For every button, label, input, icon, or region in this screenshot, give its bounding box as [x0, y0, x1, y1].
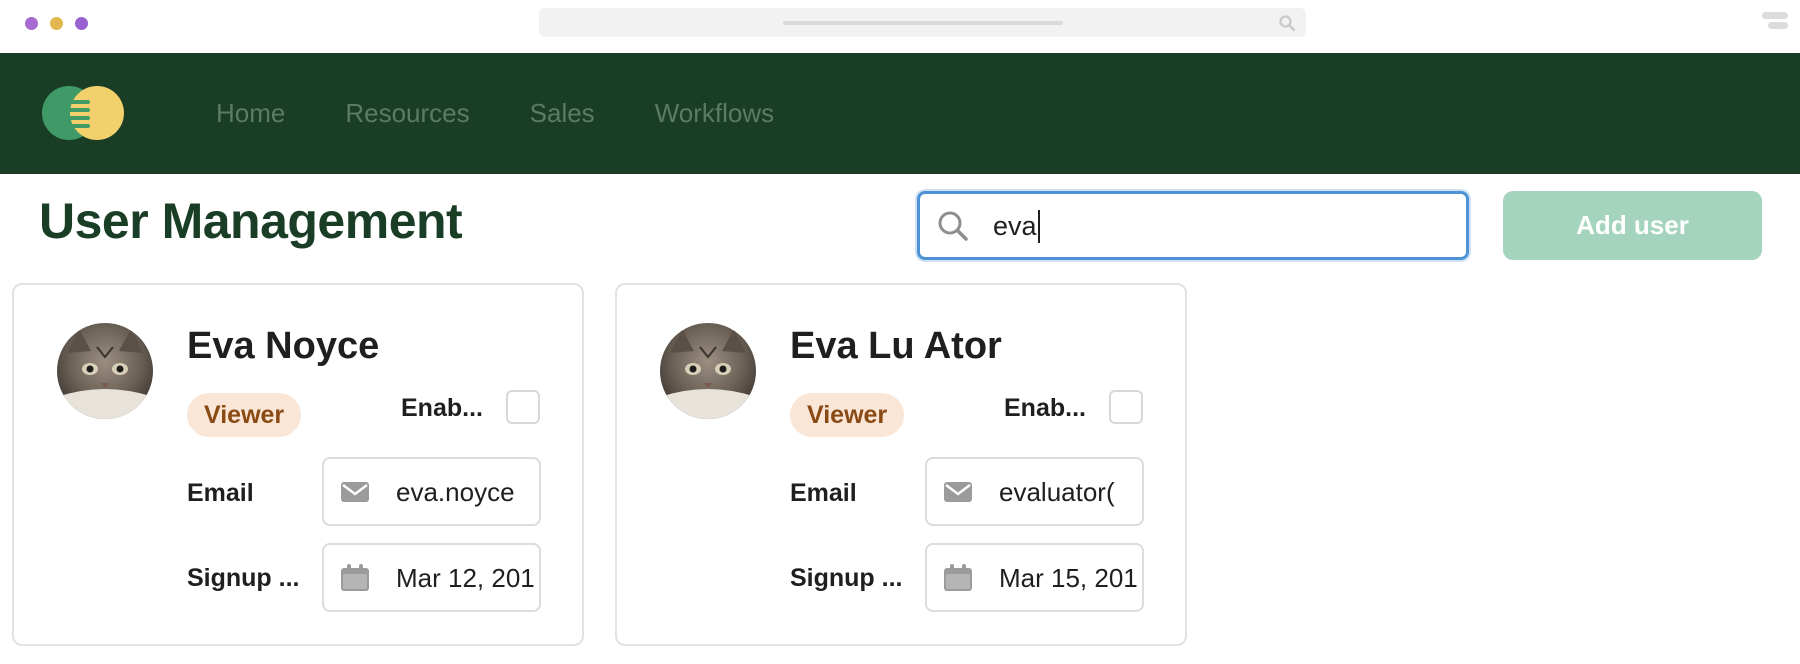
email-value: evaluator(	[999, 477, 1115, 507]
signup-label: Signup ...	[187, 564, 300, 592]
user-card: Eva Lu Ator Viewer Enab... Email evaluat…	[615, 283, 1187, 646]
enabled-checkbox[interactable]	[506, 390, 540, 424]
envelope-icon	[341, 482, 369, 502]
user-name: Eva Lu Ator	[790, 325, 1002, 367]
email-field[interactable]: eva.noyce	[322, 457, 541, 526]
calendar-icon	[944, 564, 972, 591]
address-placeholder	[783, 21, 1063, 25]
signup-date-value: Mar 15, 201	[999, 563, 1138, 593]
search-input[interactable]	[993, 206, 1453, 246]
user-card: Eva Noyce Viewer Enab... Email eva.noyce…	[12, 283, 584, 646]
window-maximize-dot[interactable]	[75, 17, 88, 30]
user-name: Eva Noyce	[187, 325, 380, 367]
search-icon	[938, 211, 968, 241]
email-label: Email	[790, 479, 857, 507]
envelope-icon	[944, 482, 972, 502]
email-value: eva.noyce	[396, 477, 515, 507]
nav-link-resources[interactable]: Resources	[345, 98, 469, 129]
avatar	[660, 323, 756, 419]
enabled-label: Enab...	[401, 394, 483, 422]
nav-link-home[interactable]: Home	[216, 98, 285, 129]
role-badge: Viewer	[187, 393, 302, 437]
signup-date-field[interactable]: Mar 12, 201	[322, 543, 541, 612]
nav-link-sales[interactable]: Sales	[530, 98, 595, 129]
calendar-icon	[341, 564, 369, 591]
email-field[interactable]: evaluator(	[925, 457, 1144, 526]
email-label: Email	[187, 479, 254, 507]
browser-chrome	[0, 0, 1800, 53]
role-badge: Viewer	[790, 393, 905, 437]
nav-link-workflows[interactable]: Workflows	[655, 98, 774, 129]
nav-links: Home Resources Sales Workflows	[216, 53, 834, 174]
signup-date-field[interactable]: Mar 15, 201	[925, 543, 1144, 612]
address-bar[interactable]	[539, 8, 1306, 37]
window-minimize-dot[interactable]	[50, 17, 63, 30]
app-logo[interactable]	[42, 86, 124, 140]
page-title: User Management	[39, 193, 463, 249]
enabled-label: Enab...	[1004, 394, 1086, 422]
avatar	[57, 323, 153, 419]
window-close-dot[interactable]	[25, 17, 38, 30]
search-box[interactable]	[917, 191, 1469, 260]
text-caret	[1038, 210, 1040, 243]
address-search-icon	[1279, 15, 1296, 32]
add-user-button[interactable]: Add user	[1503, 191, 1762, 260]
top-navigation: Home Resources Sales Workflows	[0, 53, 1800, 174]
enabled-checkbox[interactable]	[1109, 390, 1143, 424]
signup-label: Signup ...	[790, 564, 903, 592]
signup-date-value: Mar 12, 201	[396, 563, 535, 593]
browser-menu-icon[interactable]	[1762, 12, 1788, 36]
